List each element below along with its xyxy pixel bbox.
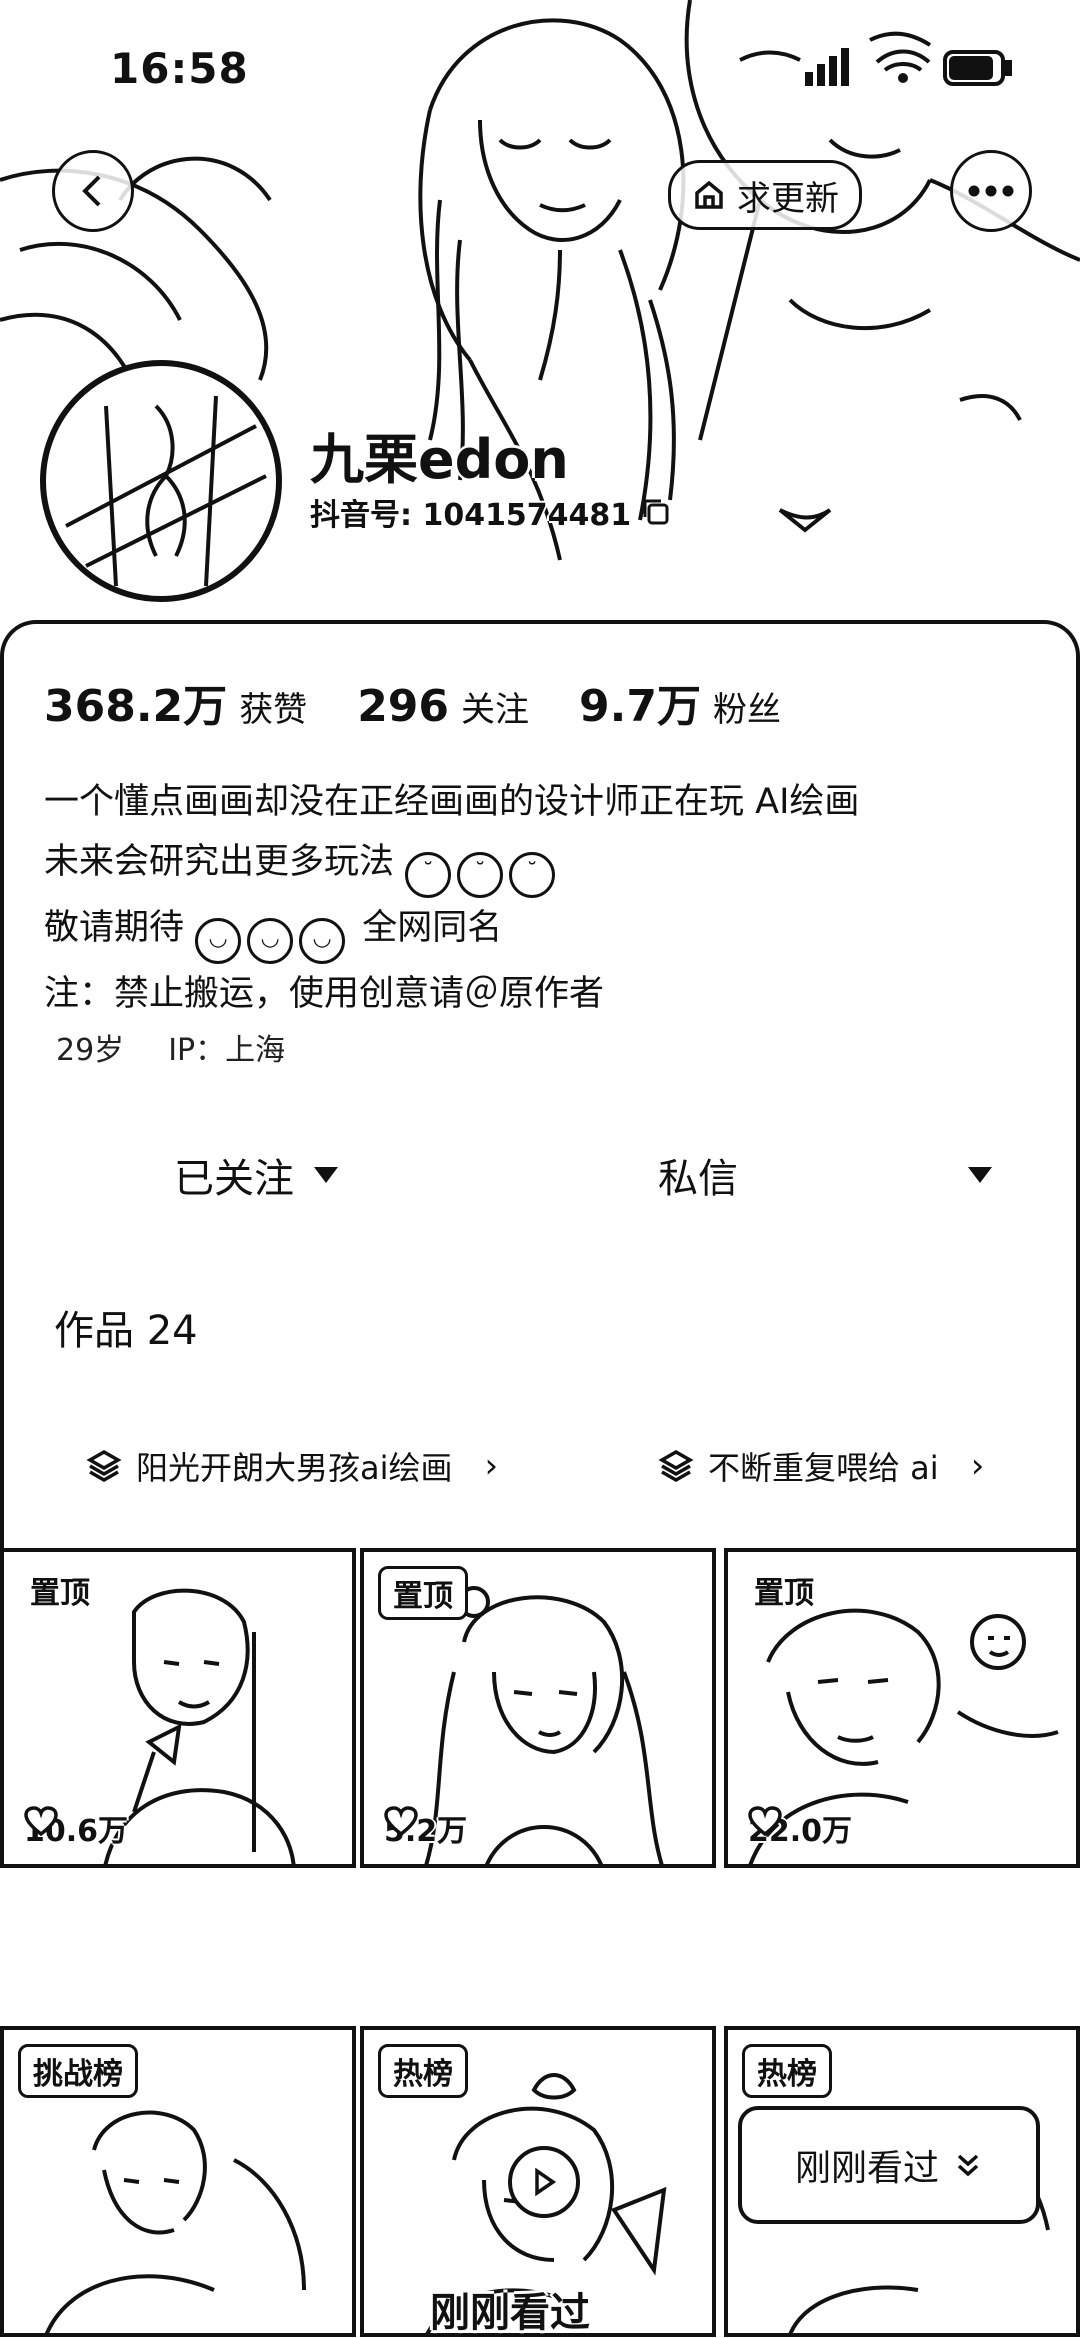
request-update-button[interactable]: 求更新 [668, 160, 862, 230]
status-icons [805, 38, 1015, 98]
update-icon [695, 180, 723, 209]
layers-icon [86, 1449, 122, 1483]
pinned-tag: 置顶 [754, 1576, 814, 1611]
avatar[interactable] [40, 360, 282, 602]
heart-icon [748, 1806, 782, 1836]
heart-icon [384, 1806, 418, 1836]
recently-viewed-label: 刚刚看过 [794, 2148, 939, 2189]
like-count: 22.0万 [748, 1806, 852, 1850]
bio-line-3-row: 敬请期待 ◡ ◡ ◡ 全网同名 [44, 898, 859, 964]
follow-label: 已关注 [174, 1156, 294, 1202]
recently-viewed-button[interactable]: 刚刚看过 [738, 2106, 1040, 2224]
bio-line-2-row: 未来会研究出更多玩法 ˘ ˘ ˘ [44, 832, 859, 898]
message-label: 私信 [658, 1156, 738, 1202]
video-tile[interactable]: 挑战榜 [0, 2026, 356, 2337]
following-label: 关注 [461, 690, 530, 730]
pinned-tag: 置顶 [30, 1576, 90, 1611]
chevron-right-icon: › [484, 1446, 499, 1486]
collection-title: 阳光开朗大男孩ai绘画 [136, 1449, 453, 1487]
video-tile[interactable]: 置顶 5.2万 [360, 1548, 716, 1868]
more-actions-dropdown[interactable] [968, 1140, 992, 1210]
bio-line-3b: 全网同名 [362, 908, 503, 948]
likes-count[interactable]: 368.2万 [44, 670, 227, 734]
more-dots-icon [968, 185, 1014, 197]
like-count: 10.6万 [24, 1806, 128, 1850]
back-button[interactable] [52, 150, 134, 232]
play-button[interactable] [508, 2146, 580, 2218]
request-update-label: 求更新 [737, 178, 839, 219]
hot-chart-tag: 热榜 [742, 2044, 832, 2098]
back-arrow-icon [82, 175, 101, 207]
video-tile[interactable]: 置顶 10.6万 [0, 1548, 356, 1868]
profile-card [0, 620, 1080, 1560]
likes-label: 获赞 [239, 690, 308, 730]
pinned-tag: 置顶 [378, 1566, 468, 1620]
douyin-id-row[interactable]: 抖音号: 1041574481 [310, 490, 671, 534]
dropdown-triangle-icon [314, 1167, 338, 1183]
double-chevron-down-icon [957, 2154, 979, 2177]
recently-viewed-overlay: 刚刚看过 [430, 2290, 590, 2336]
ip-tag: IP：上海 [168, 1033, 286, 1068]
works-tab[interactable]: 作品 24 [54, 1298, 198, 1356]
layers-icon [658, 1449, 694, 1483]
bio: 一个懂点画画却没在正经画画的设计师正在玩 AI绘画 未来会研究出更多玩法 ˘ ˘ ˘… [44, 772, 859, 1024]
avatar-image [65, 395, 267, 587]
status-time: 16:58 [110, 44, 249, 93]
signal-wifi-battery-icon [805, 48, 1012, 86]
hot-chart-tag: 热榜 [378, 2044, 468, 2098]
more-button[interactable] [950, 150, 1032, 232]
following-count[interactable]: 296 [357, 681, 449, 732]
bio-line-2: 未来会研究出更多玩法 [44, 842, 395, 882]
grin-emoji-icon: ◡ [247, 918, 294, 964]
follow-button[interactable]: 已关注 [174, 1140, 338, 1210]
chevron-right-icon: › [970, 1446, 985, 1486]
collection-chip[interactable]: 阳光开朗大男孩ai绘画 › [86, 1436, 498, 1496]
grin-emoji-icon: ◡ [195, 918, 242, 964]
devil-emoji-icon: ˘ [405, 852, 452, 898]
dropdown-triangle-icon [968, 1167, 992, 1183]
followers-count[interactable]: 9.7万 [579, 670, 701, 734]
message-button[interactable]: 私信 [658, 1140, 738, 1210]
stats-row: 368.2万 获赞 296 关注 9.7万 粉丝 [44, 670, 831, 734]
copy-icon[interactable] [641, 497, 671, 527]
like-count: 5.2万 [384, 1806, 467, 1850]
bio-line-1: 一个懂点画画却没在正经画画的设计师正在玩 AI绘画 [44, 782, 860, 822]
bio-line-4: 注：禁止搬运，使用创意请＠原作者 [44, 974, 605, 1014]
devil-emoji-icon: ˘ [509, 852, 556, 898]
followers-label: 粉丝 [713, 690, 781, 730]
collection-chip[interactable]: 不断重复喂给 ai › [658, 1436, 984, 1496]
douyin-id: 抖音号: 1041574481 [310, 498, 632, 533]
play-icon [535, 2168, 557, 2196]
heart-icon [24, 1806, 58, 1836]
challenge-chart-tag: 挑战榜 [18, 2044, 138, 2098]
collection-title: 不断重复喂给 ai [708, 1449, 939, 1487]
video-tile[interactable]: 置顶 22.0万 [724, 1548, 1080, 1868]
bio-line-3a: 敬请期待 [44, 908, 185, 948]
meta-row: 29岁 IP：上海 [56, 1025, 285, 1069]
devil-emoji-icon: ˘ [457, 852, 504, 898]
grin-emoji-icon: ◡ [299, 918, 346, 964]
age-tag: 29岁 [56, 1033, 125, 1068]
nickname: 九栗edon [310, 428, 569, 491]
